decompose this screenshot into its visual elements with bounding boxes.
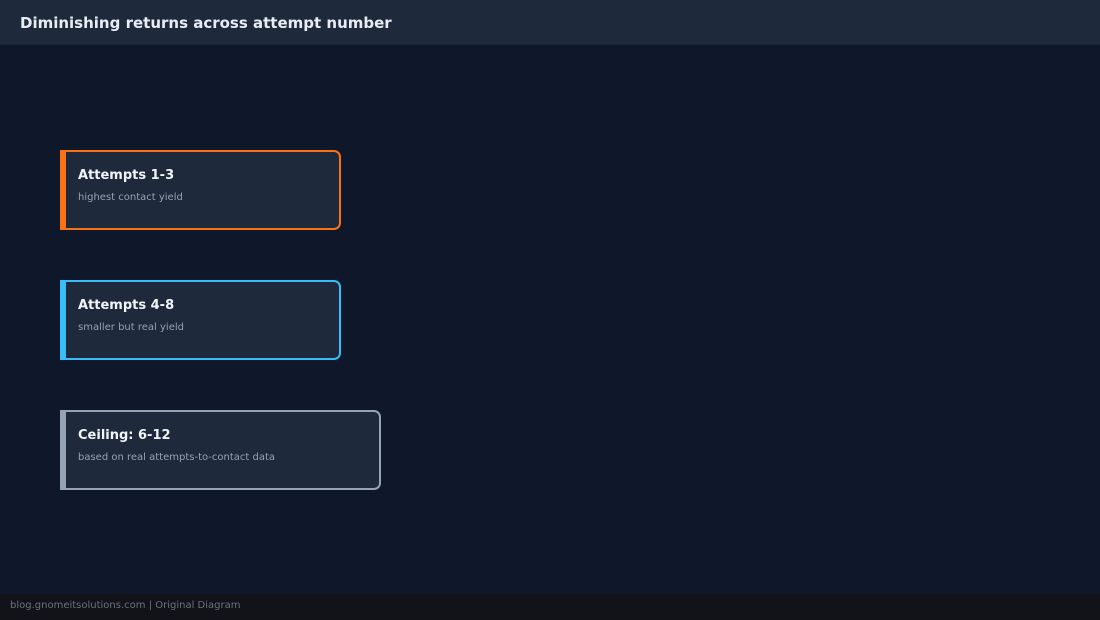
card-attempts-4-8: Attempts 4-8 smaller but real yield: [60, 280, 341, 360]
card-subtitle: based on real attempts-to-contact data: [78, 452, 276, 463]
diagram-title: Diminishing returns across attempt numbe…: [20, 14, 392, 32]
card-subtitle: highest contact yield: [78, 192, 183, 203]
card-ceiling: Ceiling: 6-12 based on real attempts-to-…: [60, 410, 381, 490]
card-subtitle: smaller but real yield: [78, 322, 184, 333]
card-attempts-1-3: Attempts 1-3 highest contact yield: [60, 150, 341, 230]
footer-bar: blog.gnomeitsolutions.com | Original Dia…: [0, 594, 1100, 620]
card-title: Attempts 1-3: [78, 168, 175, 183]
card-title: Attempts 4-8: [78, 298, 175, 313]
card-title: Ceiling: 6-12: [78, 428, 171, 443]
footer-credit: blog.gnomeitsolutions.com | Original Dia…: [10, 600, 241, 611]
title-bar: Diminishing returns across attempt numbe…: [0, 0, 1100, 45]
